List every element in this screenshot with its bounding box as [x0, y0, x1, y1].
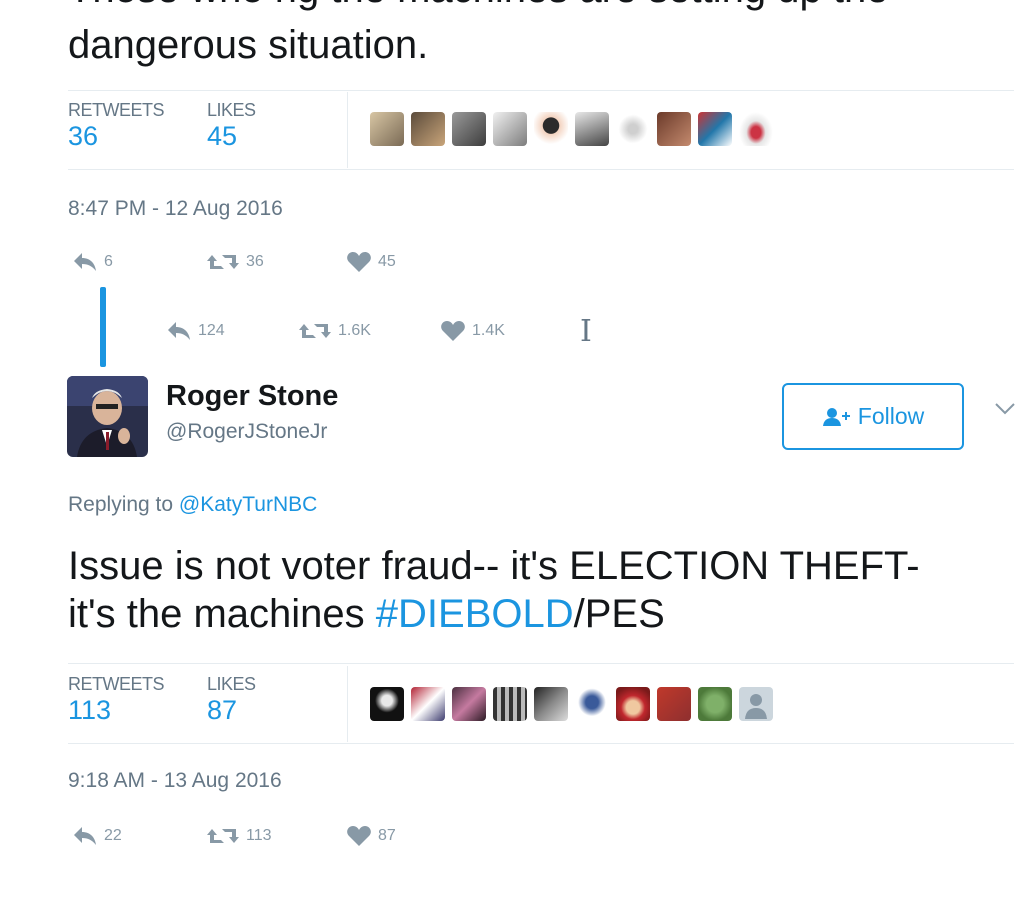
likers-avatar-strip	[370, 687, 773, 721]
retweets-count: 113	[68, 695, 112, 725]
avatar[interactable]	[67, 376, 148, 457]
divider	[68, 169, 1014, 170]
retweets-stat[interactable]: RETWEETS 36	[68, 100, 165, 152]
like-action[interactable]: 45	[346, 251, 396, 273]
liker-avatar[interactable]	[370, 687, 404, 721]
retweets-label: RETWEETS	[68, 100, 165, 120]
reply-count: 22	[104, 827, 122, 844]
tweet-text: Issue is not voter fraud-- it's ELECTION…	[68, 542, 1018, 638]
liker-avatar[interactable]	[493, 687, 527, 721]
liker-avatar[interactable]	[698, 687, 732, 721]
tweet-timestamp[interactable]: 9:18 AM - 13 Aug 2016	[68, 769, 282, 793]
tweet-text-line: Issue is not voter fraud-- it's ELECTION…	[68, 544, 920, 588]
liker-avatar[interactable]	[739, 112, 773, 146]
stats-separator	[347, 666, 348, 742]
likers-avatar-strip	[370, 112, 773, 146]
retweet-action[interactable]: 113	[206, 825, 272, 847]
tweet-text: dangerous situation.	[68, 23, 429, 67]
reply-action[interactable]: 124	[166, 320, 225, 342]
thread-connector-line	[100, 287, 106, 367]
heart-icon	[347, 826, 371, 846]
profile-photo	[67, 376, 148, 457]
liker-avatar[interactable]	[616, 112, 650, 146]
reply-count: 124	[198, 322, 225, 339]
tweet-text-clipped: Those who rig the machines are setting u…	[68, 0, 888, 12]
tweet-timestamp[interactable]: 8:47 PM - 12 Aug 2016	[68, 197, 283, 221]
tweet-text-segment: it's the machines	[68, 592, 376, 636]
hashtag-link[interactable]: #DIEBOLD	[376, 592, 574, 636]
like-count: 1.4K	[472, 322, 505, 339]
follow-label: Follow	[857, 403, 925, 429]
liker-avatar[interactable]	[411, 687, 445, 721]
retweets-label: RETWEETS	[68, 674, 165, 694]
liker-avatar[interactable]	[534, 687, 568, 721]
retweets-count: 36	[68, 121, 99, 151]
liker-avatar[interactable]	[534, 112, 568, 146]
user-silhouette-icon	[745, 694, 767, 719]
likes-count: 87	[207, 695, 238, 725]
stats-separator	[347, 92, 348, 168]
text-cursor-icon: I	[580, 314, 592, 349]
likes-label: LIKES	[207, 674, 256, 694]
reply-action[interactable]: 6	[72, 251, 113, 273]
author-handle[interactable]: @RogerJStoneJr	[166, 420, 327, 444]
retweet-count: 1.6K	[338, 322, 371, 339]
divider	[68, 743, 1014, 744]
liker-avatar[interactable]	[616, 687, 650, 721]
tweet-text-line: it's the machines #DIEBOLD/PES	[68, 590, 1018, 638]
tweet-text-segment: /PES	[573, 592, 665, 636]
reply-icon	[74, 253, 96, 271]
liker-avatar[interactable]	[370, 112, 404, 146]
divider	[68, 90, 1014, 91]
liker-avatar[interactable]	[657, 687, 691, 721]
retweet-action[interactable]: 1.6K	[298, 320, 371, 342]
heart-icon	[441, 321, 465, 341]
retweet-icon	[299, 324, 331, 338]
retweet-action[interactable]: 36	[206, 251, 264, 273]
retweets-stat[interactable]: RETWEETS 113	[68, 674, 165, 726]
reply-action[interactable]: 22	[72, 825, 122, 847]
chevron-down-icon[interactable]	[994, 402, 1016, 416]
like-count: 87	[378, 827, 396, 844]
likes-stat[interactable]: LIKES 87	[207, 674, 256, 726]
liker-avatar[interactable]	[698, 112, 732, 146]
retweet-count: 113	[246, 827, 272, 844]
divider	[68, 663, 1014, 664]
liker-avatar[interactable]	[411, 112, 445, 146]
like-action[interactable]: 1.4K	[440, 320, 505, 342]
reply-count: 6	[104, 253, 113, 270]
likes-label: LIKES	[207, 100, 256, 120]
author-name[interactable]: Roger Stone	[166, 380, 338, 413]
default-avatar-icon[interactable]	[739, 687, 773, 721]
follow-button[interactable]: Follow	[782, 383, 964, 450]
replying-handle-link[interactable]: @KatyTurNBC	[179, 493, 317, 516]
like-count: 45	[378, 253, 396, 270]
likes-stat[interactable]: LIKES 45	[207, 100, 256, 152]
liker-avatar[interactable]	[493, 112, 527, 146]
heart-icon	[347, 252, 371, 272]
liker-avatar[interactable]	[452, 687, 486, 721]
reply-icon	[74, 827, 96, 845]
likes-count: 45	[207, 121, 238, 151]
liker-avatar[interactable]	[452, 112, 486, 146]
retweet-icon	[207, 255, 239, 269]
liker-avatar[interactable]	[575, 112, 609, 146]
liker-avatar[interactable]	[575, 687, 609, 721]
replying-prefix: Replying to	[68, 493, 179, 516]
add-user-icon	[822, 407, 850, 426]
retweet-icon	[207, 829, 239, 843]
like-action[interactable]: 87	[346, 825, 396, 847]
liker-avatar[interactable]	[657, 112, 691, 146]
replying-to: Replying to @KatyTurNBC	[68, 493, 317, 517]
retweet-count: 36	[246, 253, 264, 270]
reply-icon	[168, 322, 190, 340]
